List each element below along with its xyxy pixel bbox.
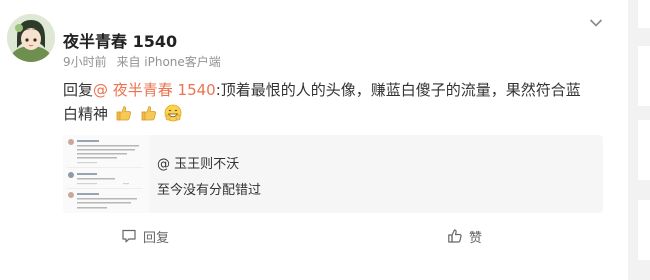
mention-link[interactable]: @ 夜半青春 1540 <box>93 81 216 99</box>
like-label: 赞 <box>469 230 483 246</box>
post-meta: 9小时前 来自 iPhone客户端 <box>63 53 221 70</box>
comment-card: 夜半青春 1540 9小时前 来自 iPhone客户端 回复@ 夜半青春 154… <box>0 0 628 280</box>
quoted-comment[interactable]: @ 玉王则不沃 至今没有分配错过 <box>63 135 603 213</box>
user-name[interactable]: 夜半青春 1540 <box>63 28 177 52</box>
thumbs-up-icon <box>116 106 131 121</box>
comment-icon <box>122 229 136 243</box>
reply-label: 回复 <box>143 230 170 246</box>
post-source: 来自 iPhone客户端 <box>116 55 221 69</box>
thumbs-up-icon <box>141 106 156 121</box>
thumbs-up-icon <box>448 229 462 243</box>
quoted-user[interactable]: @ 玉王则不沃 <box>157 153 239 172</box>
quoted-text: 至今没有分配错过 <box>157 183 262 198</box>
reply-button[interactable]: 回复 <box>121 226 169 246</box>
like-button[interactable]: 赞 <box>447 226 482 246</box>
comment-text: 回复@ 夜半青春 1540:顶着最恨的人的头像，赚蓝白傻子的流量，果然符合蓝白精… <box>63 78 583 126</box>
post-time: 9小时前 <box>63 55 107 69</box>
grin-emoji-icon <box>164 104 182 122</box>
chevron-down-icon[interactable] <box>589 18 603 28</box>
avatar[interactable] <box>7 14 55 62</box>
reply-prefix: 回复 <box>63 81 94 99</box>
right-rail <box>628 0 650 280</box>
screenshot-thumbnail[interactable] <box>63 135 149 213</box>
